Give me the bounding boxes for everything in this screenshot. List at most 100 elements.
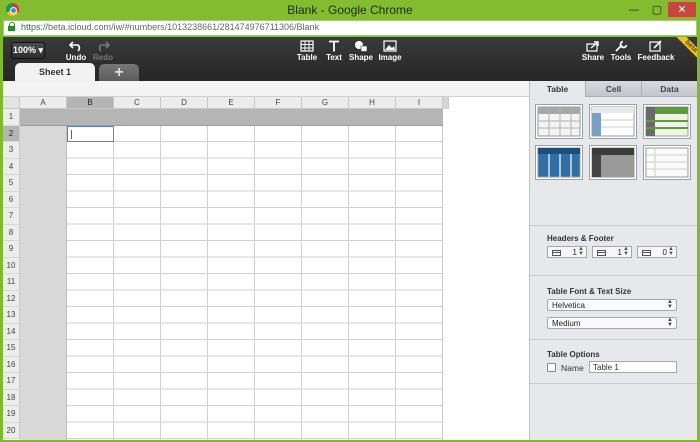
beta-ribbon: beta: [667, 37, 697, 67]
column-header[interactable]: F: [255, 97, 302, 109]
table-name-checkbox[interactable]: [547, 363, 556, 372]
row-header[interactable]: 15: [3, 340, 20, 357]
image-label: Image: [378, 53, 402, 62]
column-header[interactable]: C: [114, 97, 161, 109]
table-style-2[interactable]: [589, 104, 637, 139]
selected-cell[interactable]: [67, 125, 114, 142]
tab-table[interactable]: Table: [530, 81, 586, 97]
stepper-arrows-icon[interactable]: ▲ ▼: [668, 246, 674, 257]
zoom-dropdown[interactable]: 100% ▾: [11, 42, 45, 59]
undo-icon: [69, 41, 81, 52]
text-caret: [71, 129, 72, 139]
table-style-3[interactable]: [643, 104, 691, 139]
footer-rows-stepper[interactable]: 0 ▲ ▼: [637, 246, 677, 258]
row-header[interactable]: 6: [3, 191, 20, 208]
text-icon: [329, 40, 339, 52]
url-host: beta.icloud.com: [48, 22, 112, 32]
tab-data[interactable]: Data: [642, 81, 697, 97]
header-columns-icon: [597, 250, 606, 256]
shape-icon: [355, 41, 368, 52]
font-select[interactable]: Helvetica ▲ ▼: [547, 299, 677, 311]
maximize-button[interactable]: ▢: [648, 2, 666, 17]
inspector-tabs: Table Cell Data: [530, 81, 697, 97]
column-header[interactable]: B: [67, 97, 114, 109]
tab-sheet-1[interactable]: Sheet 1: [15, 63, 95, 81]
add-column-handle[interactable]: [443, 97, 449, 109]
divider: [530, 383, 697, 384]
row-header[interactable]: 19: [3, 406, 20, 423]
table-name-input[interactable]: Table 1: [589, 361, 677, 373]
row-header[interactable]: 20: [3, 422, 20, 439]
lock-icon: [8, 22, 16, 32]
row-header[interactable]: 18: [3, 389, 20, 406]
row-header[interactable]: 5: [3, 175, 20, 192]
image-icon: [383, 40, 397, 52]
table-cells[interactable]: [20, 109, 443, 440]
table-header-row[interactable]: [20, 109, 443, 126]
toolbar: 100% ▾ Undo Redo Table Text Shape Image …: [3, 37, 697, 81]
footer-rows-value: 0: [662, 248, 667, 257]
url-scheme: https://: [21, 22, 49, 32]
row-header[interactable]: 14: [3, 323, 20, 340]
table-style-4[interactable]: [535, 145, 583, 180]
column-header[interactable]: E: [208, 97, 255, 109]
tab-cell[interactable]: Cell: [586, 81, 642, 97]
image-button[interactable]: Image: [370, 40, 410, 62]
row-header[interactable]: 2: [3, 125, 20, 142]
redo-icon: [98, 41, 110, 52]
url-text[interactable]: https://beta.icloud.com/iw/#numbers/1013…: [21, 22, 319, 32]
share-icon: [586, 41, 599, 52]
table-styles: [535, 104, 695, 186]
add-sheet-button[interactable]: +: [99, 64, 139, 81]
table-style-5[interactable]: [589, 145, 637, 180]
row-header[interactable]: 9: [3, 241, 20, 258]
row-header[interactable]: 1: [3, 109, 20, 126]
select-all-corner[interactable]: [3, 97, 20, 109]
spreadsheet-grid[interactable]: ABCDEFGHI 1 2 3 4 5 6 7 8 9 10 11 12 13 14 15 16 17 18 19 2…: [3, 97, 529, 440]
stepper-arrows-icon[interactable]: ▲ ▼: [578, 246, 584, 257]
minimize-button[interactable]: —: [625, 2, 643, 17]
header-columns-stepper[interactable]: 1 ▲ ▼: [592, 246, 632, 258]
formula-bar[interactable]: [3, 81, 529, 97]
text-size-select[interactable]: Medium ▲ ▼: [547, 317, 677, 329]
row-header[interactable]: 17: [3, 373, 20, 390]
divider: [530, 339, 697, 340]
column-header[interactable]: G: [302, 97, 349, 109]
footer-rows-icon: [642, 250, 651, 256]
column-header[interactable]: A: [20, 97, 67, 109]
table-font-label: Table Font & Text Size: [547, 287, 632, 296]
select-arrows-icon: ▲ ▼: [667, 317, 673, 328]
row-header[interactable]: 13: [3, 307, 20, 324]
tools-label: Tools: [610, 53, 632, 62]
close-window-button[interactable]: ✕: [668, 2, 696, 17]
column-header[interactable]: H: [349, 97, 396, 109]
header-rows-stepper[interactable]: 1 ▲ ▼: [547, 246, 587, 258]
beta-label: beta: [672, 37, 697, 65]
table-icon: [300, 40, 314, 52]
window-title: Blank - Google Chrome: [287, 3, 413, 17]
row-header[interactable]: 16: [3, 356, 20, 373]
url-path: /iw/#numbers/1013238661/281474976711306/…: [111, 22, 320, 32]
redo-button[interactable]: Redo: [83, 40, 123, 62]
feedback-icon: [649, 40, 662, 52]
row-header[interactable]: 4: [3, 158, 20, 175]
table-style-1[interactable]: [535, 104, 583, 139]
row-header[interactable]: 3: [3, 142, 20, 159]
row-header[interactable]: 10: [3, 257, 20, 274]
row-header[interactable]: 11: [3, 274, 20, 291]
stepper-arrows-icon[interactable]: ▲ ▼: [623, 246, 629, 257]
row-header[interactable]: 7: [3, 208, 20, 225]
wrench-icon: [615, 40, 628, 52]
tools-button[interactable]: Tools: [601, 40, 641, 62]
table-style-6[interactable]: [643, 145, 691, 180]
column-header[interactable]: D: [161, 97, 208, 109]
column-header[interactable]: I: [396, 97, 443, 109]
table-header-column[interactable]: [20, 125, 67, 440]
redo-label: Redo: [93, 53, 113, 62]
row-header[interactable]: 8: [3, 224, 20, 241]
headers-footer-label: Headers & Footer: [547, 234, 614, 243]
row-header[interactable]: 12: [3, 290, 20, 307]
header-columns-value: 1: [617, 248, 622, 257]
address-bar[interactable]: https://beta.icloud.com/iw/#numbers/1013…: [3, 20, 697, 36]
header-rows-value: 1: [572, 248, 577, 257]
